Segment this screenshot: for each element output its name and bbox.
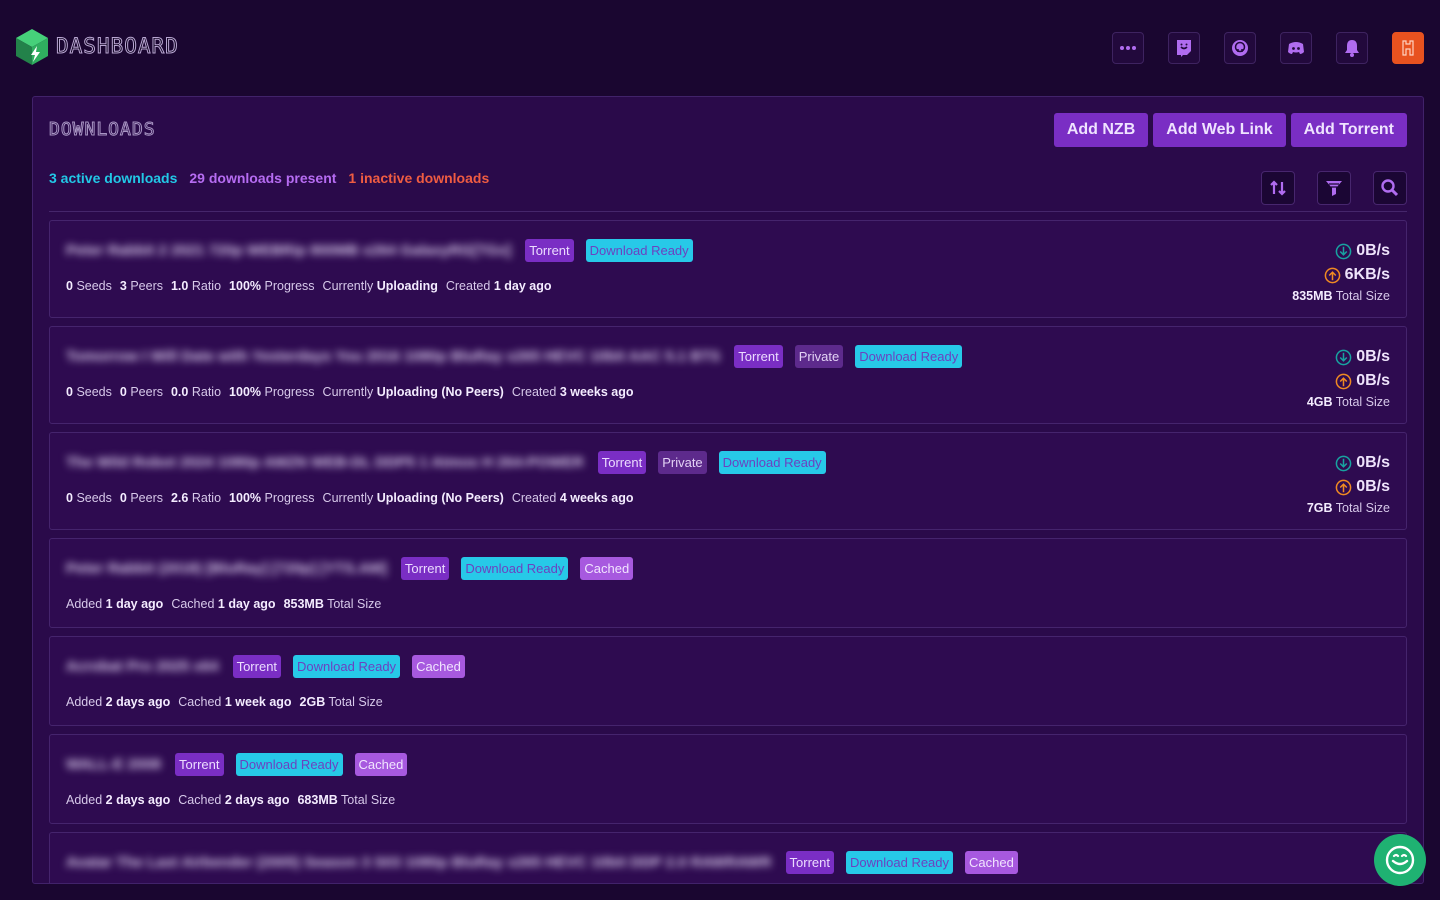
download-speed: 0B/s: [1292, 239, 1390, 263]
download-speed: 0B/s: [1307, 345, 1390, 369]
download-speed-icon: [1335, 243, 1352, 259]
chat-smile-icon: [1385, 845, 1415, 875]
download-ready-badge[interactable]: Download Ready: [855, 345, 963, 368]
speed-info: 0B/s 6KB/s 835MB Total Size: [1292, 239, 1390, 303]
add-web-link-button[interactable]: Add Web Link: [1153, 113, 1286, 147]
private-badge: Private: [794, 345, 844, 368]
torrent-badge: Torrent: [785, 851, 835, 874]
upload-speed-icon: [1324, 267, 1340, 283]
cached-badge: Cached: [412, 655, 465, 678]
top-icon-bar: [1112, 32, 1424, 64]
torrent-badge: Torrent: [597, 451, 647, 474]
torrent-badge: Torrent: [400, 557, 450, 580]
download-card[interactable]: Tomorrow I Will Date with Yesterdays You…: [49, 326, 1407, 424]
download-ready-badge[interactable]: Download Ready: [235, 753, 343, 776]
top-bar: DASHBOARD: [0, 0, 1440, 96]
download-name[interactable]: WALL-E 2008: [66, 756, 161, 773]
discord-icon[interactable]: [1280, 32, 1312, 64]
download-ready-badge[interactable]: Download Ready: [718, 451, 826, 474]
torrent-badge: Torrent: [175, 753, 224, 776]
download-ready-badge[interactable]: Download Ready: [585, 239, 693, 262]
download-name[interactable]: The Wild Robot 2024 1080p AMZN WEB-DL DD…: [66, 454, 584, 471]
download-name[interactable]: Tomorrow I Will Date with Yesterdays You…: [66, 348, 720, 365]
add-nzb-button[interactable]: Add NZB: [1053, 113, 1149, 147]
download-meta: Added 1 day ago Cached 1 day ago 853MB T…: [66, 597, 382, 611]
add-torrent-button[interactable]: Add Torrent: [1290, 113, 1407, 147]
total-size: 7GB Total Size: [1306, 501, 1390, 515]
download-speed-icon: [1335, 349, 1352, 365]
download-meta: 0 Seeds 0 Peers 2.6 Ratio 100% Progress …: [66, 491, 634, 505]
download-card[interactable]: Peter Rabbit (2018) [BluRay] [720p] [YTS…: [49, 538, 1407, 628]
speed-info: 0B/s 0B/s 4GB Total Size: [1307, 345, 1390, 409]
torrent-badge: Torrent: [734, 345, 783, 368]
download-card[interactable]: Acrobat Pro 2025 x64 Torrent Download Re…: [49, 636, 1407, 726]
download-name[interactable]: Acrobat Pro 2025 x64: [66, 658, 219, 675]
download-ready-badge[interactable]: Download Ready: [461, 557, 569, 580]
private-badge: Private: [658, 451, 707, 474]
download-card[interactable]: WALL-E 2008 Torrent Download Ready Cache…: [49, 734, 1407, 824]
torrent-badge: Torrent: [232, 655, 282, 678]
download-name[interactable]: Avatar The Last Airbender (2005) Season …: [66, 854, 772, 871]
present-downloads-count[interactable]: 29 downloads present: [189, 170, 336, 186]
avatar[interactable]: [1392, 32, 1424, 64]
download-card[interactable]: Avatar The Last Airbender (2005) Season …: [49, 832, 1407, 883]
download-speed: 0B/s: [1307, 451, 1390, 475]
total-size: 835MB Total Size: [1292, 289, 1390, 303]
chat-button[interactable]: [1374, 834, 1426, 886]
cached-badge: Cached: [354, 753, 408, 776]
more-icon[interactable]: [1112, 32, 1144, 64]
download-stats: 3 active downloads 29 downloads present …: [49, 170, 489, 186]
download-name[interactable]: Peter Rabbit 2 2021 720p WEBRip 800MB x2…: [66, 242, 511, 259]
filter-icon[interactable]: [1317, 171, 1351, 205]
headset-icon[interactable]: [1224, 32, 1256, 64]
upload-speed: 0B/s: [1307, 369, 1390, 393]
download-meta: Added 2 days ago Cached 1 week ago 2GB T…: [66, 695, 383, 709]
page-title: DOWNLOADS: [49, 119, 156, 141]
download-meta: 0 Seeds 0 Peers 0.0 Ratio 100% Progress …: [66, 385, 634, 399]
active-downloads-count[interactable]: 3 active downloads: [49, 170, 177, 186]
download-name[interactable]: Peter Rabbit (2018) [BluRay] [720p] [YTS…: [66, 560, 387, 577]
cached-badge: Cached: [580, 557, 634, 580]
downloads-panel: DOWNLOADS Add NZB Add Web Link Add Torre…: [32, 96, 1424, 884]
divider: [49, 211, 1407, 212]
download-card[interactable]: Peter Rabbit 2 2021 720p WEBRip 800MB x2…: [49, 220, 1407, 318]
download-ready-badge[interactable]: Download Ready: [846, 851, 954, 874]
upload-speed: 6KB/s: [1292, 263, 1390, 287]
upload-speed-icon: [1335, 479, 1352, 495]
download-meta: 0 Seeds 3 Peers 1.0 Ratio 100% Progress …: [66, 279, 552, 293]
download-ready-badge[interactable]: Download Ready: [293, 655, 401, 678]
logo-cube-icon[interactable]: [15, 28, 49, 66]
cached-badge: Cached: [965, 851, 1018, 874]
download-meta: Added 2 days ago Cached 2 days ago 683MB…: [66, 793, 396, 807]
upload-speed: 0B/s: [1307, 475, 1390, 499]
twitch-icon[interactable]: [1168, 32, 1200, 64]
download-speed-icon: [1335, 455, 1352, 471]
list-tools: [1261, 171, 1407, 205]
brand-title[interactable]: DASHBOARD: [56, 34, 179, 59]
inactive-downloads-count[interactable]: 1 inactive downloads: [348, 170, 489, 186]
bell-icon[interactable]: [1336, 32, 1368, 64]
torrent-badge: Torrent: [525, 239, 574, 262]
search-icon[interactable]: [1373, 171, 1407, 205]
sort-icon[interactable]: [1261, 171, 1295, 205]
upload-speed-icon: [1335, 373, 1352, 389]
total-size: 4GB Total Size: [1306, 395, 1390, 409]
download-card[interactable]: The Wild Robot 2024 1080p AMZN WEB-DL DD…: [49, 432, 1407, 530]
speed-info: 0B/s 0B/s 7GB Total Size: [1307, 451, 1390, 515]
add-buttons: Add NZB Add Web Link Add Torrent: [1053, 113, 1407, 147]
